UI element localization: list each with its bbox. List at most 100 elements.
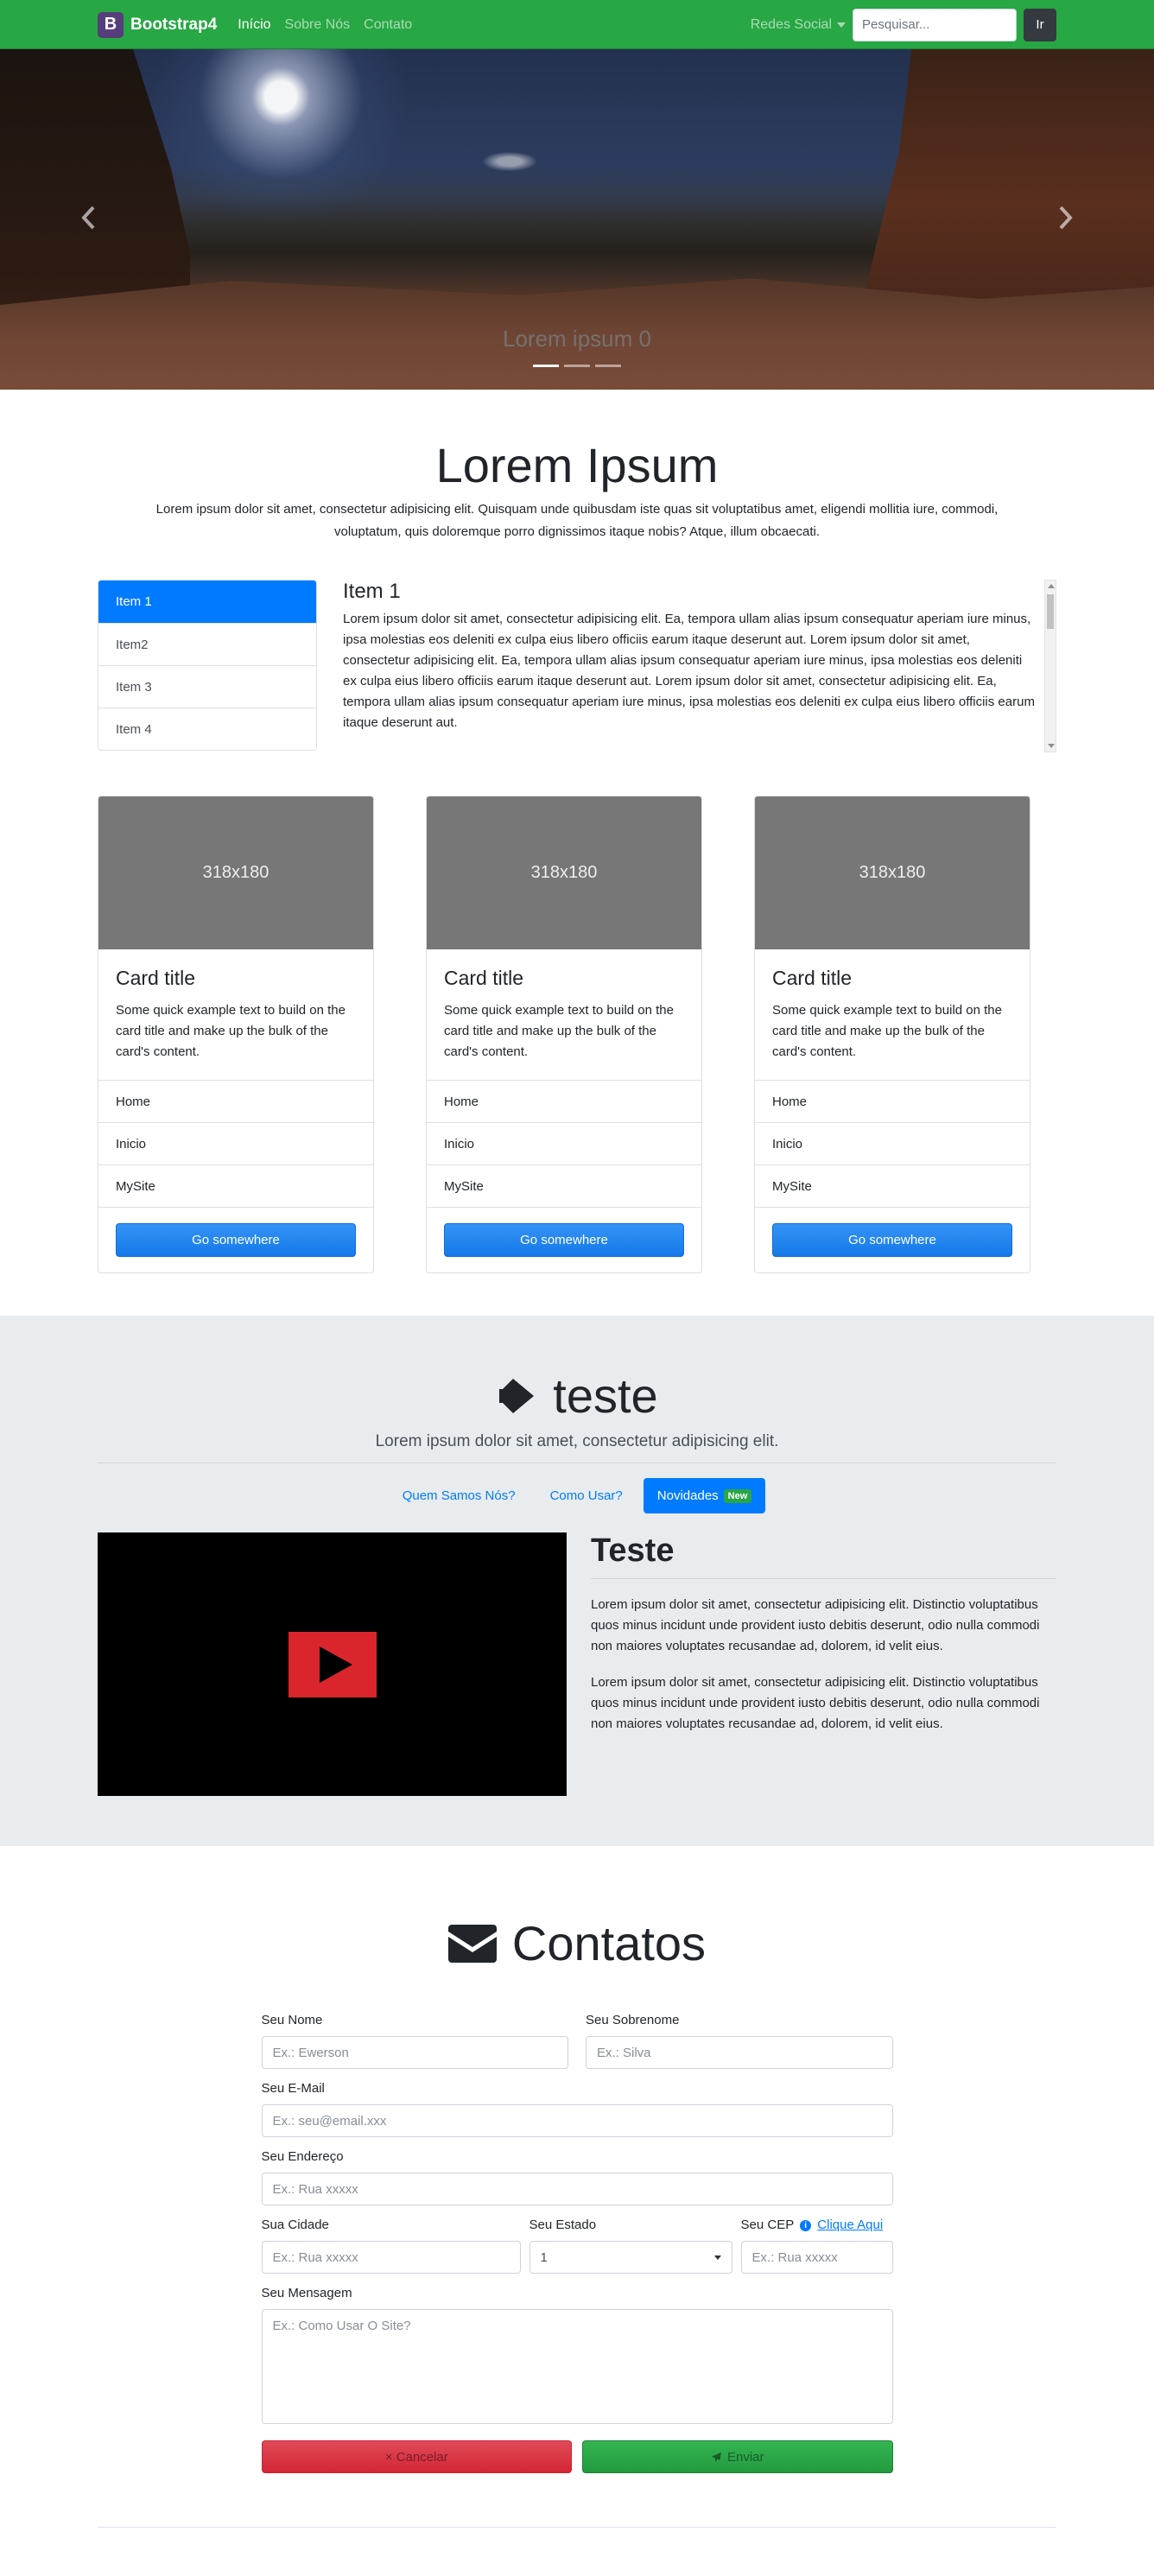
carousel-caption: Lorem ipsum 0 — [503, 326, 651, 352]
contact-title: Contatos — [511, 1916, 707, 1970]
new-badge: New — [723, 1488, 752, 1503]
card-list-item-mysite[interactable]: MySite — [427, 1165, 701, 1208]
info-icon: i — [800, 2220, 812, 2231]
intro-section: Lorem Ipsum Lorem ipsum dolor sit amet, … — [0, 390, 1154, 543]
redes-social-dropdown[interactable]: Redes Social — [751, 17, 846, 33]
dropdown-label: Redes Social — [750, 16, 832, 32]
card-list-item-home[interactable]: Home — [98, 1081, 373, 1123]
carousel-indicator[interactable] — [533, 365, 559, 367]
scrollbar[interactable] — [1044, 580, 1056, 752]
teste-title: teste — [553, 1368, 658, 1423]
contact-section: Contatos Seu Nome Seu Sobrenome Seu E-Ma… — [0, 1846, 1154, 2546]
card-deck: 318x180 Card title Some quick example te… — [98, 796, 1030, 1273]
list-item-3[interactable]: Item 3 — [98, 665, 316, 707]
nome-input[interactable] — [261, 2036, 568, 2069]
card-list-item-mysite[interactable]: MySite — [98, 1165, 373, 1208]
card-title: Card title — [444, 967, 524, 989]
scrollbar-thumb[interactable] — [1047, 594, 1054, 629]
cidade-input[interactable] — [261, 2241, 521, 2274]
brand[interactable]: B Bootstrap4 — [98, 11, 218, 38]
card-text: Some quick example text to build on the … — [444, 1003, 674, 1059]
bootstrap-logo-icon: B — [98, 11, 124, 38]
cep-label-text: Seu CEP — [740, 2218, 794, 2232]
chevron-right-icon[interactable] — [1049, 200, 1083, 235]
navbar: B Bootstrap4 Início Sobre Nós Contato Re… — [0, 0, 1154, 49]
mensagem-textarea[interactable] — [261, 2309, 893, 2424]
search-button[interactable]: Ir — [1024, 8, 1056, 41]
estado-select[interactable]: 1 — [529, 2241, 732, 2274]
email-label: Seu E-Mail — [261, 2081, 325, 2096]
video-player[interactable] — [98, 1532, 567, 1796]
teste-paragraph: Lorem ipsum dolor sit amet, consectetur … — [591, 1675, 1040, 1731]
divider — [98, 1462, 1056, 1463]
scrollspy-panel[interactable]: Item 1 Lorem ipsum dolor sit amet, conse… — [343, 580, 1056, 752]
card-list-item-mysite[interactable]: MySite — [755, 1165, 1030, 1208]
cep-input[interactable] — [740, 2241, 893, 2274]
card-list-item-inicio[interactable]: Inicio — [427, 1123, 701, 1165]
intro-text: Lorem ipsum dolor sit amet, consectetur … — [155, 502, 999, 539]
go-somewhere-button[interactable]: Go somewhere — [772, 1223, 1012, 1257]
pill-como-usar[interactable]: Como Usar? — [536, 1478, 637, 1513]
carousel-indicators — [0, 365, 1154, 367]
play-icon[interactable] — [288, 1631, 377, 1697]
go-somewhere-button[interactable]: Go somewhere — [116, 1223, 356, 1257]
scroll-up-icon[interactable] — [1048, 584, 1055, 588]
card-list-item-home[interactable]: Home — [755, 1081, 1030, 1123]
cep-help-link[interactable]: Clique Aqui — [817, 2218, 883, 2232]
chevron-left-icon[interactable] — [71, 200, 105, 235]
card: 318x180 Card title Some quick example te… — [98, 796, 374, 1273]
nav-link-sobre-nos[interactable]: Sobre Nós — [285, 17, 351, 33]
card-image-placeholder: 318x180 — [427, 796, 701, 949]
card-title: Card title — [772, 967, 853, 989]
estado-label: Seu Estado — [529, 2218, 597, 2232]
card-text: Some quick example text to build on the … — [772, 1003, 1002, 1059]
footer-divider — [98, 2527, 1056, 2546]
sobrenome-input[interactable] — [586, 2036, 893, 2069]
mensagem-label: Seu Mensagem — [261, 2286, 352, 2300]
send-button[interactable]: Enviar — [582, 2440, 893, 2473]
scrollspy-title: Item 1 — [343, 580, 401, 603]
go-somewhere-button[interactable]: Go somewhere — [444, 1223, 684, 1257]
search-input[interactable] — [853, 8, 1017, 41]
pill-quem-somos[interactable]: Quem Samos Nós? — [389, 1478, 529, 1513]
list-group: Item 1 Item2 Item 3 Item 4 — [98, 580, 317, 751]
nav-link-contato[interactable]: Contato — [364, 17, 412, 33]
send-button-label: Enviar — [726, 2449, 764, 2465]
arrow-right-icon — [499, 1378, 535, 1413]
email-input[interactable] — [261, 2104, 893, 2137]
estado-value: 1 — [540, 2249, 548, 2265]
pill-novidades-label: Novidades — [656, 1488, 719, 1503]
nav-link-inicio[interactable]: Início — [238, 17, 270, 33]
endereco-label: Seu Endereço — [261, 2149, 344, 2164]
scrollspy-text: Lorem ipsum dolor sit amet, consectetur … — [343, 612, 1035, 730]
card: 318x180 Card title Some quick example te… — [754, 796, 1030, 1273]
intro-title: Lorem Ipsum — [435, 438, 719, 492]
list-item-4[interactable]: Item 4 — [98, 707, 316, 750]
carousel-indicator[interactable] — [564, 365, 590, 367]
card-title: Card title — [116, 967, 196, 989]
list-item-1[interactable]: Item 1 — [98, 581, 316, 623]
cancel-button[interactable]: × Cancelar — [261, 2440, 572, 2473]
list-item-2[interactable]: Item2 — [98, 623, 316, 665]
endereco-input[interactable] — [261, 2173, 893, 2205]
pill-novidades[interactable]: Novidades New — [643, 1478, 766, 1513]
scroll-down-icon[interactable] — [1048, 744, 1055, 748]
card-list-item-inicio[interactable]: Inicio — [98, 1123, 373, 1165]
caret-down-icon — [837, 22, 846, 28]
card-text: Some quick example text to build on the … — [116, 1003, 346, 1059]
brand-name: Bootstrap4 — [130, 15, 218, 34]
carousel-indicator[interactable] — [595, 365, 621, 367]
teste-section: teste Lorem ipsum dolor sit amet, consec… — [0, 1316, 1154, 1846]
envelope-icon — [447, 1924, 497, 1963]
contact-heading: Contatos — [0, 1915, 1154, 1971]
card-image-placeholder: 318x180 — [98, 796, 373, 949]
sobrenome-label: Seu Sobrenome — [586, 2013, 680, 2027]
card-list-item-home[interactable]: Home — [427, 1081, 701, 1123]
nome-label: Seu Nome — [261, 2013, 323, 2027]
card: 318x180 Card title Some quick example te… — [426, 796, 702, 1273]
paper-plane-icon — [711, 2452, 722, 2462]
card-list-item-inicio[interactable]: Inicio — [755, 1123, 1030, 1165]
hero-carousel: Lorem ipsum 0 — [0, 49, 1154, 390]
teste-lead: Lorem ipsum dolor sit amet, consectetur … — [375, 1432, 779, 1450]
caret-down-icon — [713, 2255, 721, 2260]
